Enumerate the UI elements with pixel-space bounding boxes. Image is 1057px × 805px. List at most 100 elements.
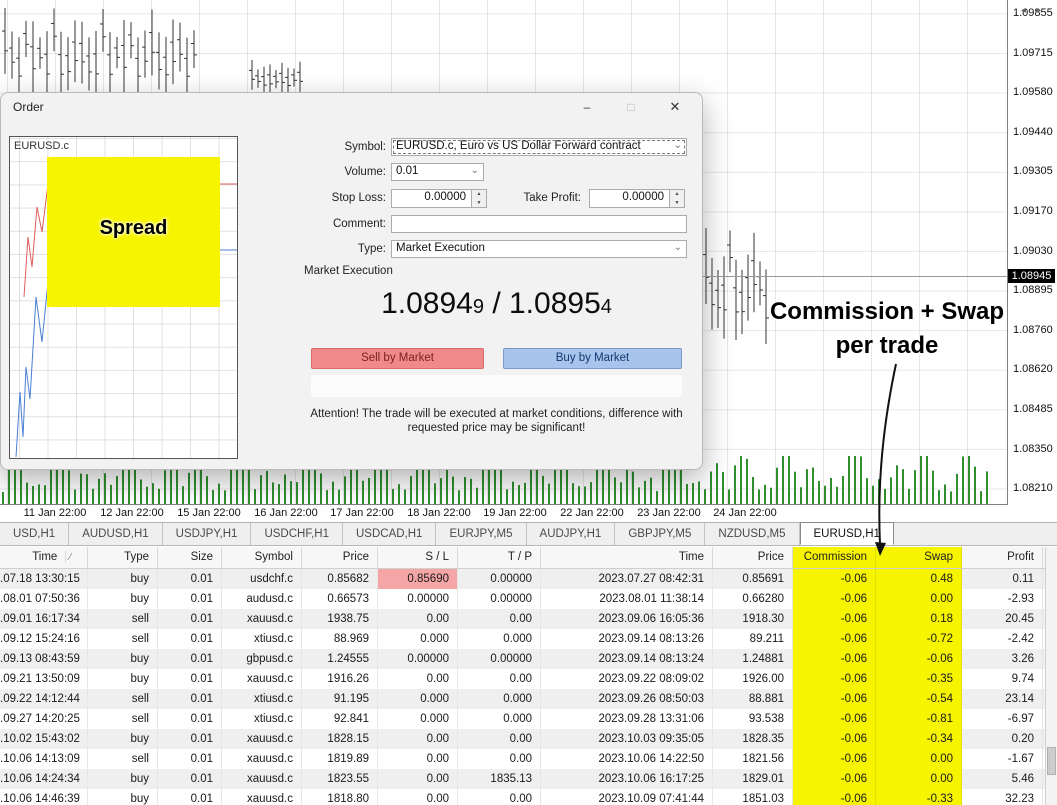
header-time-open[interactable]: Time∕	[0, 547, 88, 568]
chart-tab[interactable]: EURUSD,H1	[800, 522, 894, 545]
header-price-close[interactable]: Price	[713, 547, 793, 568]
cell-commission: -0.06	[793, 749, 876, 769]
tick-chart-price-scale	[244, 93, 294, 471]
chart-tab[interactable]: USDCHF,H1	[251, 523, 343, 545]
cell-profit: -2.42	[962, 629, 1043, 649]
history-table-row[interactable]: .09.12 15:24:16 sell 0.01 xtiusd.c 88.96…	[0, 629, 1045, 649]
cell-time-close: 2023.07.27 08:42:31	[541, 569, 713, 589]
history-table-row[interactable]: .09.13 08:43:59 buy 0.01 gbpusd.c 1.2455…	[0, 649, 1045, 669]
history-table-row[interactable]: .07.18 13:30:15 buy 0.01 usdchf.c 0.8568…	[0, 569, 1045, 589]
chevron-down-icon: ⌄	[674, 140, 682, 151]
stop-loss-label: Stop Loss:	[301, 192, 386, 204]
cell-size: 0.01	[158, 769, 222, 789]
cell-symbol: xauusd.c	[222, 609, 302, 629]
maximize-icon: □	[618, 96, 644, 118]
history-table-row[interactable]: .10.06 14:13:09 sell 0.01 xauusd.c 1819.…	[0, 749, 1045, 769]
cell-size: 0.01	[158, 569, 222, 589]
take-profit-spin-buttons[interactable]: ▲▼	[669, 190, 684, 207]
chart-tab[interactable]: EURJPY,M5	[436, 523, 526, 545]
cell-time-open: .09.21 13:50:09	[0, 669, 88, 689]
history-table-row[interactable]: .09.21 13:50:09 buy 0.01 xauusd.c 1916.2…	[0, 669, 1045, 689]
cell-size: 0.01	[158, 649, 222, 669]
stop-loss-stepper[interactable]: 0.00000 ▲▼	[391, 189, 487, 208]
minimize-icon[interactable]: –	[574, 96, 600, 118]
cell-time-open: .09.01 16:17:34	[0, 609, 88, 629]
take-profit-stepper[interactable]: 0.00000 ▲▼	[589, 189, 685, 208]
cell-price-close: 0.66280	[713, 589, 793, 609]
chart-tab[interactable]: USD,H1	[0, 523, 69, 545]
history-table-row[interactable]: .09.01 16:17:34 sell 0.01 xauusd.c 1938.…	[0, 609, 1045, 629]
price-scale-label: 1.09030	[1013, 245, 1053, 257]
cell-sl: 0.00	[378, 729, 458, 749]
header-tp[interactable]: T / P	[458, 547, 541, 568]
stop-loss-spin-buttons[interactable]: ▲▼	[471, 190, 486, 207]
cell-symbol: xtiusd.c	[222, 689, 302, 709]
cell-sl: 0.00	[378, 609, 458, 629]
chart-tab[interactable]: AUDUSD,H1	[69, 523, 162, 545]
header-commission[interactable]: Commission	[793, 547, 876, 568]
cell-profit: 0.20	[962, 729, 1043, 749]
cell-swap: -0.72	[876, 629, 962, 649]
order-type-value: Market Execution	[396, 242, 668, 254]
cell-symbol: xtiusd.c	[222, 629, 302, 649]
history-table-row[interactable]: .09.27 14:20:25 sell 0.01 xtiusd.c 92.84…	[0, 709, 1045, 729]
cell-price-open: 1823.55	[302, 769, 378, 789]
cell-profit: -6.97	[962, 709, 1043, 729]
order-type-select[interactable]: Market Execution ⌄	[391, 240, 687, 258]
sell-by-market-button[interactable]: Sell by Market	[311, 348, 484, 369]
close-icon[interactable]: ✕	[662, 96, 688, 118]
header-symbol[interactable]: Symbol	[222, 547, 302, 568]
chart-tab[interactable]: NZDUSD,M5	[705, 523, 799, 545]
order-dialog: Order – □ ✕ Spread EURUSD.c Symbol: EURU…	[0, 92, 703, 470]
cell-type: buy	[88, 769, 158, 789]
symbol-select[interactable]: EURUSD.c, Euro vs US Dollar Forward cont…	[391, 138, 687, 156]
history-table-row[interactable]: .10.06 14:24:34 buy 0.01 xauusd.c 1823.5…	[0, 769, 1045, 789]
cell-symbol: xtiusd.c	[222, 709, 302, 729]
header-size[interactable]: Size	[158, 547, 222, 568]
volume-select[interactable]: 0.01 ⌄	[391, 163, 484, 181]
cell-sl: 0.00	[378, 789, 458, 805]
cell-time-close: 2023.09.14 08:13:24	[541, 649, 713, 669]
cell-commission: -0.06	[793, 709, 876, 729]
history-table-row[interactable]: .08.01 07:50:36 buy 0.01 audusd.c 0.6657…	[0, 589, 1045, 609]
cell-profit: 9.74	[962, 669, 1043, 689]
price-scale-label: 1.09580	[1013, 86, 1053, 98]
cell-time-open: .10.06 14:46:39	[0, 789, 88, 805]
dialog-titlebar[interactable]: Order – □ ✕	[1, 93, 702, 121]
cell-time-close: 2023.08.01 11:38:14	[541, 589, 713, 609]
time-axis: 11 Jan 22:0012 Jan 22:0015 Jan 22:0016 J…	[0, 507, 1008, 523]
time-axis-label: 18 Jan 22:00	[397, 507, 481, 519]
comment-field[interactable]	[391, 215, 687, 233]
buy-by-market-button[interactable]: Buy by Market	[503, 348, 682, 369]
price-scale-label: 1.08620	[1013, 363, 1053, 375]
header-sl[interactable]: S / L	[378, 547, 458, 568]
chart-tab[interactable]: GBPJPY,M5	[615, 523, 705, 545]
cell-price-open: 91.195	[302, 689, 378, 709]
chevron-down-icon: ⌄	[471, 165, 479, 176]
header-time-close[interactable]: Time	[541, 547, 713, 568]
cell-commission: -0.06	[793, 609, 876, 629]
cell-profit: 0.11	[962, 569, 1043, 589]
chart-tab[interactable]: AUDJPY,H1	[527, 523, 616, 545]
header-type[interactable]: Type	[88, 547, 158, 568]
history-table-row[interactable]: .10.06 14:46:39 buy 0.01 xauusd.c 1818.8…	[0, 789, 1045, 805]
tab-scroll-arrows[interactable]: ◂▸	[1021, 5, 1051, 16]
header-swap[interactable]: Swap	[876, 547, 962, 568]
cell-swap: 0.48	[876, 569, 962, 589]
chart-tab[interactable]: USDJPY,H1	[163, 523, 252, 545]
price-scale-label: 1.08210	[1013, 482, 1053, 494]
time-axis-label: 12 Jan 22:00	[90, 507, 174, 519]
cell-price-open: 1828.15	[302, 729, 378, 749]
time-axis-label: 15 Jan 22:00	[167, 507, 251, 519]
header-price-open[interactable]: Price	[302, 547, 378, 568]
cell-profit: -1.67	[962, 749, 1043, 769]
table-scrollbar-thumb[interactable]	[1047, 747, 1056, 775]
header-profit[interactable]: Profit	[962, 547, 1043, 568]
history-table-row[interactable]: .09.22 14:12:44 sell 0.01 xtiusd.c 91.19…	[0, 689, 1045, 709]
history-table-row[interactable]: .10.02 15:43:02 buy 0.01 xauusd.c 1828.1…	[0, 729, 1045, 749]
cell-price-close: 1926.00	[713, 669, 793, 689]
cell-price-open: 88.969	[302, 629, 378, 649]
chart-tab[interactable]: USDCAD,H1	[343, 523, 436, 545]
table-scrollbar[interactable]	[1045, 547, 1057, 805]
cell-symbol: gbpusd.c	[222, 649, 302, 669]
